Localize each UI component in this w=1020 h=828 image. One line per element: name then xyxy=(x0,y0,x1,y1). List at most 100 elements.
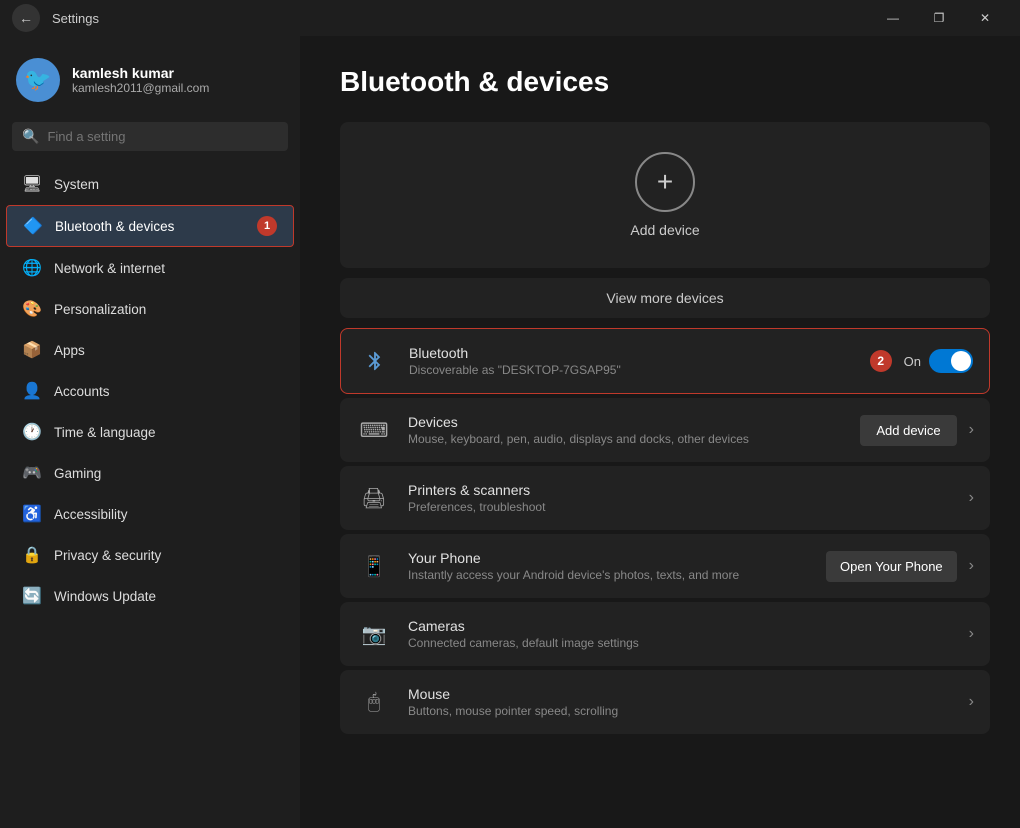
sidebar-item-label: Accessibility xyxy=(54,507,128,522)
sidebar-item-label: Personalization xyxy=(54,302,146,317)
close-button[interactable]: ✕ xyxy=(962,0,1008,36)
content-area: Bluetooth & devices + Add device View mo… xyxy=(300,36,1020,828)
chevron-icon: › xyxy=(969,557,974,575)
bluetooth-row-right: 2 On xyxy=(870,349,973,373)
printers-title: Printers & scanners xyxy=(408,482,953,498)
printers-row-right: › xyxy=(969,489,974,507)
user-name: kamlesh kumar xyxy=(72,65,209,81)
app-title: Settings xyxy=(52,11,99,26)
bluetooth-row-icon xyxy=(357,343,393,379)
sidebar-item-apps[interactable]: 📦 Apps xyxy=(6,330,294,370)
view-more-button[interactable]: View more devices xyxy=(340,278,990,318)
update-icon: 🔄 xyxy=(22,586,42,606)
sidebar-item-time[interactable]: 🕐 Time & language xyxy=(6,412,294,452)
accounts-icon: 👤 xyxy=(22,381,42,401)
chevron-icon: › xyxy=(969,421,974,439)
sidebar: 🐦 kamlesh kumar kamlesh2011@gmail.com 🔍 … xyxy=(0,36,300,828)
time-icon: 🕐 xyxy=(22,422,42,442)
printers-row-text: Printers & scanners Preferences, trouble… xyxy=(408,482,953,514)
sidebar-item-bluetooth[interactable]: 🔷 Bluetooth & devices 1 xyxy=(6,205,294,247)
page-title: Bluetooth & devices xyxy=(340,66,990,98)
add-device-label: Add device xyxy=(630,222,699,238)
sidebar-item-label: Accounts xyxy=(54,384,110,399)
maximize-button[interactable]: ❐ xyxy=(916,0,962,36)
network-icon: 🌐 xyxy=(22,258,42,278)
user-info: kamlesh kumar kamlesh2011@gmail.com xyxy=(72,65,209,95)
mouse-row[interactable]: 🖱 Mouse Buttons, mouse pointer speed, sc… xyxy=(340,670,990,734)
devices-row[interactable]: ⌨ Devices Mouse, keyboard, pen, audio, d… xyxy=(340,398,990,462)
devices-title: Devices xyxy=(408,414,844,430)
yourphone-icon: 📱 xyxy=(356,548,392,584)
chevron-icon: › xyxy=(969,693,974,711)
search-box[interactable]: 🔍 xyxy=(12,122,288,151)
sidebar-item-label: Time & language xyxy=(54,425,156,440)
sidebar-item-label: Apps xyxy=(54,343,85,358)
toggle-knob xyxy=(951,351,971,371)
yourphone-row[interactable]: 📱 Your Phone Instantly access your Andro… xyxy=(340,534,990,598)
devices-row-right: Add device › xyxy=(860,415,974,446)
sidebar-item-update[interactable]: 🔄 Windows Update xyxy=(6,576,294,616)
sidebar-item-label: System xyxy=(54,177,99,192)
sidebar-item-label: Privacy & security xyxy=(54,548,161,563)
add-device-circle: + xyxy=(635,152,695,212)
sidebar-item-label: Bluetooth & devices xyxy=(55,219,174,234)
add-device-card[interactable]: + Add device xyxy=(340,122,990,268)
bluetooth-row[interactable]: Bluetooth Discoverable as "DESKTOP-7GSAP… xyxy=(340,328,990,394)
main-layout: 🐦 kamlesh kumar kamlesh2011@gmail.com 🔍 … xyxy=(0,36,1020,828)
sidebar-item-accounts[interactable]: 👤 Accounts xyxy=(6,371,294,411)
printers-row[interactable]: 🖨 Printers & scanners Preferences, troub… xyxy=(340,466,990,530)
printers-icon: 🖨 xyxy=(356,480,392,516)
search-input[interactable] xyxy=(47,129,278,144)
cameras-row-right: › xyxy=(969,625,974,643)
open-phone-button[interactable]: Open Your Phone xyxy=(826,551,957,582)
devices-add-button[interactable]: Add device xyxy=(860,415,956,446)
sidebar-item-privacy[interactable]: 🔒 Privacy & security xyxy=(6,535,294,575)
yourphone-subtitle: Instantly access your Android device's p… xyxy=(408,568,810,582)
minimize-button[interactable]: — xyxy=(870,0,916,36)
cameras-icon: 📷 xyxy=(356,616,392,652)
sidebar-item-label: Windows Update xyxy=(54,589,156,604)
devices-icon: ⌨ xyxy=(356,412,392,448)
sidebar-item-system[interactable]: 🖥 System xyxy=(6,164,294,204)
bluetooth-icon: 🔷 xyxy=(23,216,43,236)
bluetooth-title: Bluetooth xyxy=(409,345,854,361)
user-email: kamlesh2011@gmail.com xyxy=(72,81,209,95)
sidebar-item-accessibility[interactable]: ♿ Accessibility xyxy=(6,494,294,534)
nav-items: 🖥 System 🔷 Bluetooth & devices 1 🌐 Netwo… xyxy=(0,163,300,828)
sidebar-item-personalization[interactable]: 🎨 Personalization xyxy=(6,289,294,329)
devices-subtitle: Mouse, keyboard, pen, audio, displays an… xyxy=(408,432,844,446)
window-controls: — ❐ ✕ xyxy=(870,0,1008,36)
sidebar-item-label: Gaming xyxy=(54,466,101,481)
mouse-icon: 🖱 xyxy=(356,684,392,720)
sidebar-item-network[interactable]: 🌐 Network & internet xyxy=(6,248,294,288)
yourphone-row-right: Open Your Phone › xyxy=(826,551,974,582)
titlebar-left: ← Settings xyxy=(12,4,99,32)
cameras-title: Cameras xyxy=(408,618,953,634)
mouse-row-text: Mouse Buttons, mouse pointer speed, scro… xyxy=(408,686,953,718)
mouse-row-right: › xyxy=(969,693,974,711)
back-button[interactable]: ← xyxy=(12,4,40,32)
cameras-subtitle: Connected cameras, default image setting… xyxy=(408,636,953,650)
gaming-icon: 🎮 xyxy=(22,463,42,483)
system-icon: 🖥 xyxy=(22,174,42,194)
chevron-icon: › xyxy=(969,489,974,507)
bluetooth-subtitle: Discoverable as "DESKTOP-7GSAP95" xyxy=(409,363,854,377)
sidebar-item-gaming[interactable]: 🎮 Gaming xyxy=(6,453,294,493)
step-badge-1: 1 xyxy=(257,216,277,236)
avatar: 🐦 xyxy=(16,58,60,102)
titlebar: ← Settings — ❐ ✕ xyxy=(0,0,1020,36)
sidebar-item-label: Network & internet xyxy=(54,261,165,276)
bluetooth-toggle-area: On xyxy=(904,349,973,373)
devices-row-text: Devices Mouse, keyboard, pen, audio, dis… xyxy=(408,414,844,446)
privacy-icon: 🔒 xyxy=(22,545,42,565)
mouse-subtitle: Buttons, mouse pointer speed, scrolling xyxy=(408,704,953,718)
yourphone-row-text: Your Phone Instantly access your Android… xyxy=(408,550,810,582)
yourphone-title: Your Phone xyxy=(408,550,810,566)
apps-icon: 📦 xyxy=(22,340,42,360)
search-icon: 🔍 xyxy=(22,128,39,145)
bluetooth-toggle[interactable] xyxy=(929,349,973,373)
personalization-icon: 🎨 xyxy=(22,299,42,319)
bluetooth-row-text: Bluetooth Discoverable as "DESKTOP-7GSAP… xyxy=(409,345,854,377)
accessibility-icon: ♿ xyxy=(22,504,42,524)
cameras-row[interactable]: 📷 Cameras Connected cameras, default ima… xyxy=(340,602,990,666)
